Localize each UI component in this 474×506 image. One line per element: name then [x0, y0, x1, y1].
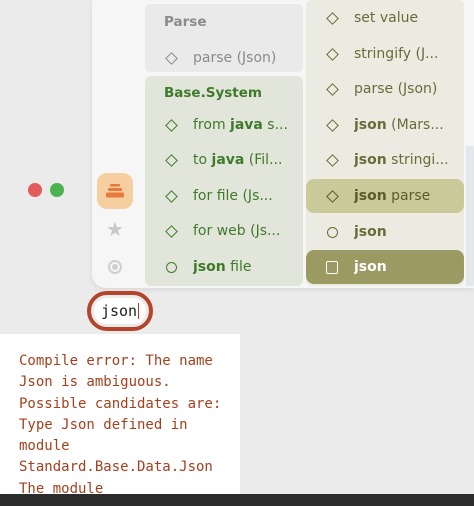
item-label: parse: [386, 188, 431, 204]
diamond-icon: [325, 189, 339, 203]
item-keyword: json: [354, 259, 387, 275]
list-item[interactable]: for file (Js...: [145, 179, 303, 213]
item-prefix: to: [193, 152, 212, 168]
error-message: Compile error: The name Json is ambiguou…: [19, 353, 230, 494]
item-label: file: [225, 259, 252, 275]
search-input-container: json: [87, 291, 153, 331]
list-item-hovered[interactable]: json parse: [306, 179, 464, 213]
list-item[interactable]: for web (Js...: [145, 214, 303, 248]
item-label: for web (Js...: [193, 223, 281, 239]
circle-icon: [326, 226, 338, 238]
item-label: for file (Js...: [193, 188, 273, 204]
text-caret: [138, 303, 140, 319]
list-item[interactable]: json stringi...: [306, 143, 464, 177]
list-item[interactable]: from java s...: [145, 108, 303, 142]
item-keyword: java: [230, 117, 263, 133]
list-item[interactable]: parse (Json): [306, 72, 464, 106]
diamond-icon: [164, 224, 178, 238]
maximize-window-button[interactable]: [50, 183, 64, 197]
list-item[interactable]: json: [306, 215, 464, 249]
group-title: Base.System: [164, 85, 262, 101]
search-input[interactable]: json: [94, 298, 146, 324]
diamond-icon: [325, 47, 339, 61]
item-label: stringi...: [386, 152, 449, 168]
item-label: stringify (J...: [354, 46, 439, 62]
item-keyword: json: [354, 152, 387, 168]
list-item[interactable]: json (Mars...: [306, 108, 464, 142]
item-prefix: from: [193, 117, 231, 133]
circle-icon: [165, 261, 177, 273]
group-title: Parse: [164, 14, 207, 30]
left-column: Parse parse (Json) Base.System from java…: [145, 0, 303, 286]
diamond-icon: [325, 153, 339, 167]
search-input-value: json: [100, 302, 138, 320]
list-item[interactable]: parse (Json): [145, 41, 303, 75]
item-label: s...: [262, 117, 288, 133]
item-keyword: java: [211, 152, 245, 168]
square-icon: [326, 260, 338, 274]
bottom-bar: [0, 494, 474, 506]
next-column-edge: [466, 146, 474, 286]
close-window-button[interactable]: [28, 183, 42, 197]
diamond-icon: [325, 11, 339, 25]
diamond-icon: [164, 153, 178, 167]
group-base-system: Base.System from java s... to java (Fil.…: [145, 76, 303, 286]
item-label: parse (Json): [193, 50, 277, 66]
right-column: set value stringify (J... parse (Json) j…: [306, 0, 464, 286]
item-keyword: json: [354, 188, 387, 204]
item-keyword: json: [193, 259, 226, 275]
error-popup: Compile error: The name Json is ambiguou…: [0, 334, 240, 494]
diamond-icon: [325, 118, 339, 132]
list-item[interactable]: json file: [145, 250, 303, 284]
star-icon[interactable]: ★: [97, 211, 133, 247]
list-item[interactable]: set value: [306, 1, 464, 35]
item-label: (Fil...: [244, 152, 283, 168]
item-keyword: json: [354, 117, 387, 133]
diamond-icon: [164, 118, 178, 132]
list-item-selected[interactable]: json: [306, 250, 464, 284]
diamond-icon: [164, 189, 178, 203]
diamond-icon: [325, 82, 339, 96]
item-keyword: json: [354, 224, 387, 240]
item-label: (Mars...: [386, 117, 444, 133]
list-item[interactable]: stringify (J...: [306, 37, 464, 71]
stack-icon[interactable]: [97, 173, 133, 209]
list-item[interactable]: to java (Fil...: [145, 143, 303, 177]
item-label: set value: [354, 10, 419, 26]
diamond-icon: [164, 51, 178, 65]
item-label: parse (Json): [354, 81, 438, 97]
group-parse: Parse parse (Json): [145, 4, 303, 72]
target-icon[interactable]: [97, 249, 133, 285]
